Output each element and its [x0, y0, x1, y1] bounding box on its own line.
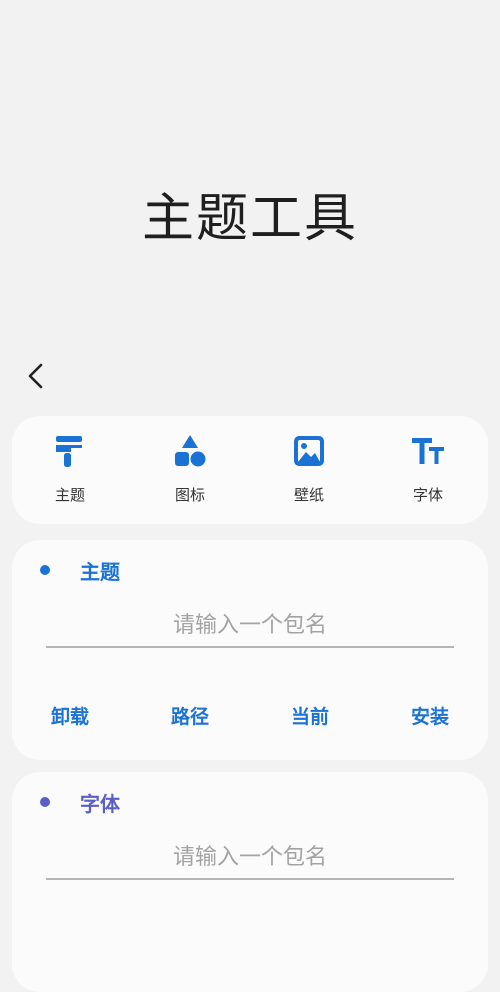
theme-section-dot — [40, 565, 50, 575]
paint-roller-icon — [56, 436, 82, 467]
theme-section-title: 主题 — [80, 560, 120, 584]
page-title: 主题工具 — [141, 189, 358, 249]
shapes-icon — [175, 435, 206, 467]
tab-theme[interactable]: 主题 — [20, 432, 120, 512]
tab-font[interactable]: 字体 — [378, 432, 478, 512]
font-section-title: 字体 — [80, 792, 120, 816]
category-tab-bar: 主题 图标 壁纸 字体 — [12, 416, 488, 524]
theme-section-card: 主题 卸载 路径 当前 安装 — [12, 540, 488, 760]
image-icon — [294, 436, 324, 466]
text-size-icon — [412, 438, 444, 464]
tab-theme-label: 主题 — [54, 486, 85, 504]
tab-icons[interactable]: 图标 — [140, 432, 240, 512]
font-section-card: 字体 — [12, 772, 488, 992]
font-section-dot — [40, 797, 50, 807]
install-button[interactable]: 安装 — [390, 700, 470, 730]
tab-icons-label: 图标 — [174, 486, 205, 504]
back-button[interactable] — [18, 358, 54, 394]
tab-wallpaper[interactable]: 壁纸 — [259, 432, 359, 512]
uninstall-button[interactable]: 卸载 — [30, 700, 110, 730]
chevron-left-icon — [28, 363, 43, 389]
tab-wallpaper-label: 壁纸 — [293, 486, 324, 504]
current-button[interactable]: 当前 — [270, 700, 350, 730]
theme-package-input[interactable] — [46, 604, 454, 648]
tab-font-label: 字体 — [412, 486, 443, 504]
font-package-input[interactable] — [46, 836, 454, 880]
path-button[interactable]: 路径 — [150, 700, 230, 730]
